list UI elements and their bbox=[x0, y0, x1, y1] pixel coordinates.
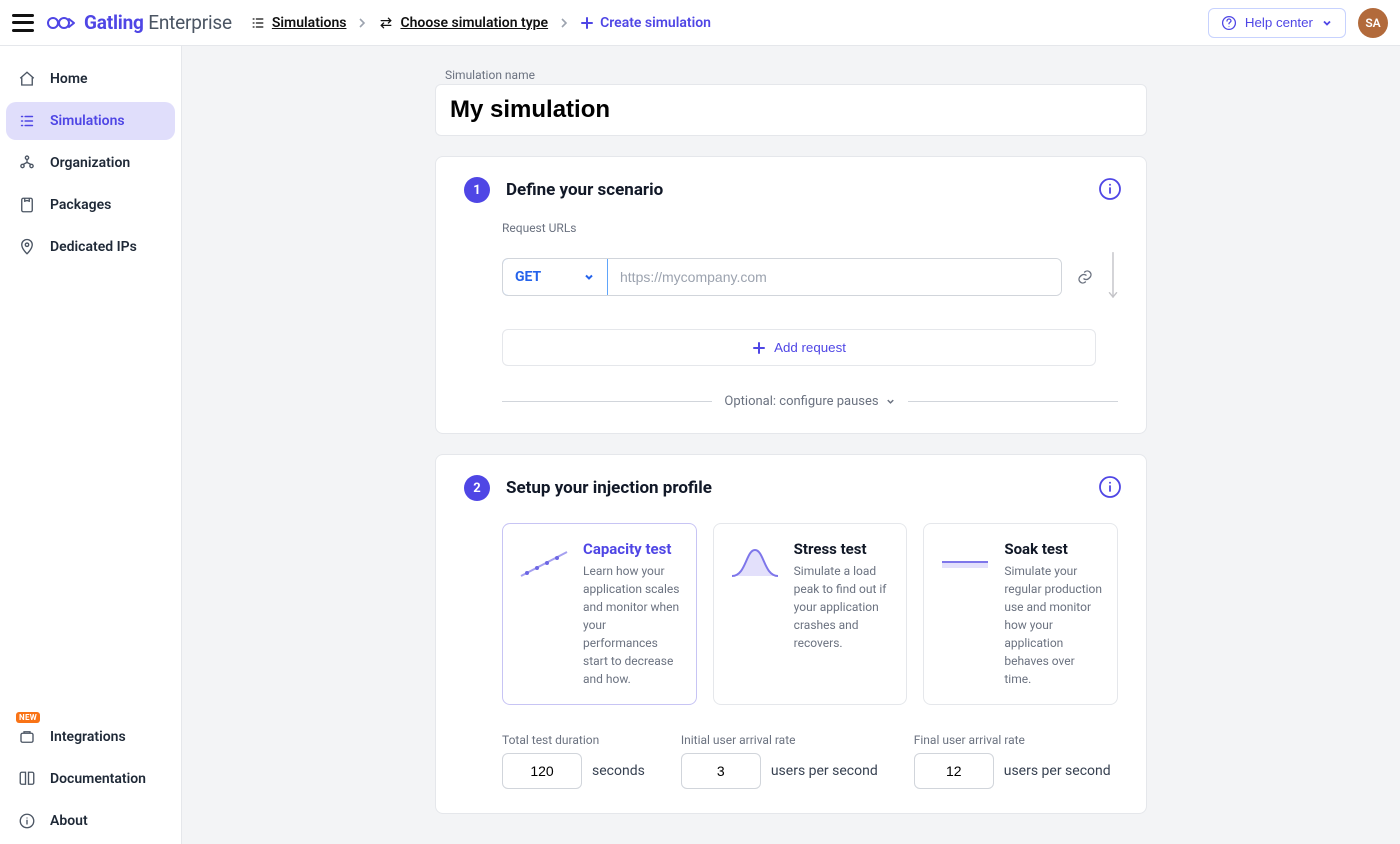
initial-rate-input[interactable] bbox=[681, 753, 761, 789]
param-label: Final user arrival rate bbox=[914, 733, 1111, 747]
sidebar: Home Simulations Organization Packages D… bbox=[0, 46, 182, 844]
shell: Home Simulations Organization Packages D… bbox=[0, 46, 1400, 844]
chevron-down-icon bbox=[885, 396, 896, 407]
add-request-button[interactable]: Add request bbox=[502, 329, 1096, 366]
book-icon bbox=[18, 770, 36, 788]
chevron-right-icon bbox=[356, 17, 368, 29]
profile-desc: Simulate your regular production use and… bbox=[1004, 562, 1103, 688]
org-icon bbox=[18, 154, 36, 172]
sidebar-item-simulations[interactable]: Simulations bbox=[6, 102, 175, 140]
param-initial-rate: Initial user arrival rate users per seco… bbox=[681, 733, 878, 789]
url-input[interactable] bbox=[608, 259, 1061, 295]
configure-pauses-toggle[interactable]: Optional: configure pauses bbox=[502, 394, 1118, 409]
brand-name: Gatling Enterprise bbox=[84, 11, 232, 34]
card-title: Setup your injection profile bbox=[506, 478, 712, 498]
sidebar-item-organization[interactable]: Organization bbox=[6, 144, 175, 182]
param-unit: users per second bbox=[771, 763, 878, 779]
profile-desc: Simulate a load peak to find out if your… bbox=[794, 562, 893, 652]
menu-toggle[interactable] bbox=[12, 14, 34, 32]
profile-capacity[interactable]: Capacity test Learn how your application… bbox=[502, 523, 697, 705]
sidebar-item-label: Home bbox=[50, 71, 88, 87]
profile-title: Capacity test bbox=[583, 540, 682, 558]
url-input-group: GET bbox=[502, 258, 1062, 296]
profile-soak[interactable]: Soak test Simulate your regular producti… bbox=[923, 523, 1118, 705]
card-injection-profile: 2 Setup your injection profile Capa bbox=[435, 454, 1147, 814]
breadcrumb-choose-type[interactable]: Choose simulation type bbox=[378, 15, 548, 31]
sidebar-item-label: Organization bbox=[50, 155, 130, 171]
final-rate-input[interactable] bbox=[914, 753, 994, 789]
chevron-down-icon bbox=[583, 271, 595, 283]
sidebar-item-integrations[interactable]: NEW Integrations bbox=[6, 718, 175, 756]
param-label: Total test duration bbox=[502, 733, 645, 747]
integrations-icon bbox=[18, 728, 36, 746]
duration-input[interactable] bbox=[502, 753, 582, 789]
sidebar-item-label: Documentation bbox=[50, 771, 146, 787]
sidebar-item-label: Dedicated IPs bbox=[50, 239, 137, 255]
list-icon bbox=[18, 112, 36, 130]
profile-title: Soak test bbox=[1004, 540, 1103, 558]
profile-title: Stress test bbox=[794, 540, 893, 558]
breadcrumb-create[interactable]: Create simulation bbox=[580, 15, 711, 31]
sidebar-item-packages[interactable]: Packages bbox=[6, 186, 175, 224]
info-icon bbox=[18, 812, 36, 830]
sidebar-item-label: Integrations bbox=[50, 729, 126, 745]
plus-icon bbox=[752, 341, 766, 355]
sidebar-item-documentation[interactable]: Documentation bbox=[6, 760, 175, 798]
pin-icon bbox=[18, 238, 36, 256]
chevron-down-icon bbox=[1321, 17, 1333, 29]
sidebar-item-label: About bbox=[50, 813, 88, 829]
profile-desc: Learn how your application scales and mo… bbox=[583, 562, 682, 688]
stress-chart-icon bbox=[728, 540, 782, 688]
info-icon[interactable] bbox=[1098, 177, 1122, 201]
breadcrumb: Simulations Choose simulation type Creat… bbox=[250, 15, 1208, 31]
card-define-scenario: 1 Define your scenario Request URLs GET bbox=[435, 156, 1147, 434]
sidebar-item-about[interactable]: About bbox=[6, 802, 175, 840]
sim-name-input[interactable] bbox=[448, 95, 1134, 125]
sidebar-item-label: Simulations bbox=[50, 113, 125, 129]
help-icon bbox=[1221, 15, 1237, 31]
home-icon bbox=[18, 70, 36, 88]
gatling-logo-icon bbox=[46, 14, 76, 32]
url-label: Request URLs bbox=[502, 221, 1118, 235]
step-badge-2: 2 bbox=[464, 475, 490, 501]
avatar[interactable]: SA bbox=[1358, 8, 1388, 38]
method-select[interactable]: GET bbox=[502, 258, 608, 296]
param-unit: seconds bbox=[592, 763, 645, 779]
swap-icon bbox=[378, 15, 394, 31]
topbar: Gatling Enterprise Simulations Choose si… bbox=[0, 0, 1400, 46]
soak-chart-icon bbox=[938, 540, 992, 688]
link-icon[interactable] bbox=[1076, 268, 1094, 286]
new-badge: NEW bbox=[16, 712, 40, 723]
param-label: Initial user arrival rate bbox=[681, 733, 878, 747]
sidebar-item-home[interactable]: Home bbox=[6, 60, 175, 98]
chevron-right-icon bbox=[558, 17, 570, 29]
plus-icon bbox=[580, 16, 594, 30]
param-unit: users per second bbox=[1004, 763, 1111, 779]
sidebar-item-dedicated-ips[interactable]: Dedicated IPs bbox=[6, 228, 175, 266]
capacity-chart-icon bbox=[517, 540, 571, 688]
param-final-rate: Final user arrival rate users per second bbox=[914, 733, 1111, 789]
profile-stress[interactable]: Stress test Simulate a load peak to find… bbox=[713, 523, 908, 705]
breadcrumb-simulations[interactable]: Simulations bbox=[250, 15, 347, 31]
sim-name-field[interactable] bbox=[435, 84, 1147, 136]
main-content: Simulation name 1 Define your scenario R… bbox=[182, 46, 1400, 844]
info-icon[interactable] bbox=[1098, 475, 1122, 499]
flow-arrow-icon bbox=[1108, 241, 1118, 313]
step-badge-1: 1 bbox=[464, 177, 490, 203]
list-icon bbox=[250, 15, 266, 31]
param-duration: Total test duration seconds bbox=[502, 733, 645, 789]
sidebar-item-label: Packages bbox=[50, 197, 111, 213]
sim-name-label: Simulation name bbox=[445, 68, 1147, 82]
help-center-button[interactable]: Help center bbox=[1208, 8, 1346, 38]
brand[interactable]: Gatling Enterprise bbox=[46, 11, 232, 34]
card-title: Define your scenario bbox=[506, 180, 663, 200]
package-icon bbox=[18, 196, 36, 214]
